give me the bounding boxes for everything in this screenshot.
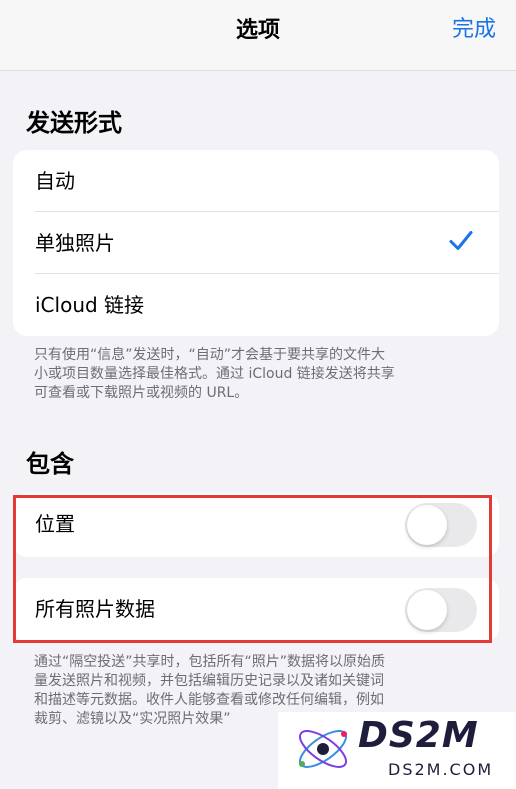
all-photos-data-row: 所有照片数据 [13, 578, 499, 642]
option-auto[interactable]: 自动 [13, 150, 499, 212]
watermark-subtext: DS2M.COM [388, 760, 494, 779]
send-format-footer: 只有使用“信息”发送时，“自动”才会基于要共享的文件大 小或项目数量选择最佳格式… [34, 346, 494, 403]
option-icloud-link[interactable]: iCloud 链接 [13, 274, 499, 336]
all-photos-data-label: 所有照片数据 [35, 597, 155, 621]
footer-line: 只有使用“信息”发送时，“自动”才会基于要共享的文件大 [34, 347, 386, 363]
watermark: DS2M DS2M.COM [278, 712, 516, 789]
watermark-logo-icon [292, 718, 354, 784]
toggle-knob [407, 590, 447, 630]
done-button[interactable]: 完成 [452, 15, 496, 45]
watermark-text: DS2M [358, 715, 479, 756]
all-photos-data-toggle[interactable] [405, 588, 477, 632]
send-format-header: 发送形式 [26, 109, 122, 137]
footer-line: 量发送照片和视频，并包括编辑历史记录以及诸如关键词 [34, 673, 384, 689]
footer-line: 和描述等元数据。收件人能够查看或修改任何编辑，例如 [34, 692, 384, 708]
location-group: 位置 [13, 493, 499, 557]
option-icloud-link-label: iCloud 链接 [35, 293, 145, 317]
send-format-group: 自动 单独照片 iCloud 链接 [13, 150, 499, 336]
include-header: 包含 [26, 450, 74, 478]
checkmark-icon [449, 230, 473, 256]
all-photos-data-group: 所有照片数据 [13, 578, 499, 642]
footer-line: 可查看或下载照片或视频的 URL。 [34, 385, 249, 401]
location-label: 位置 [35, 512, 75, 536]
nav-title: 选项 [235, 18, 280, 43]
option-individual-photos-label: 单独照片 [35, 231, 115, 255]
footer-line: 通过“隔空投送”共享时，包括所有“照片”数据将以原始质 [34, 654, 386, 670]
footer-line: 小或项目数量选择最佳格式。通过 iCloud 链接发送将共享 [34, 366, 395, 382]
option-individual-photos[interactable]: 单独照片 [13, 212, 499, 274]
location-row: 位置 [13, 493, 499, 557]
option-auto-label: 自动 [35, 169, 75, 193]
nav-bar: 选项 完成 [0, 0, 516, 71]
location-toggle[interactable] [405, 503, 477, 547]
toggle-knob [407, 505, 447, 545]
